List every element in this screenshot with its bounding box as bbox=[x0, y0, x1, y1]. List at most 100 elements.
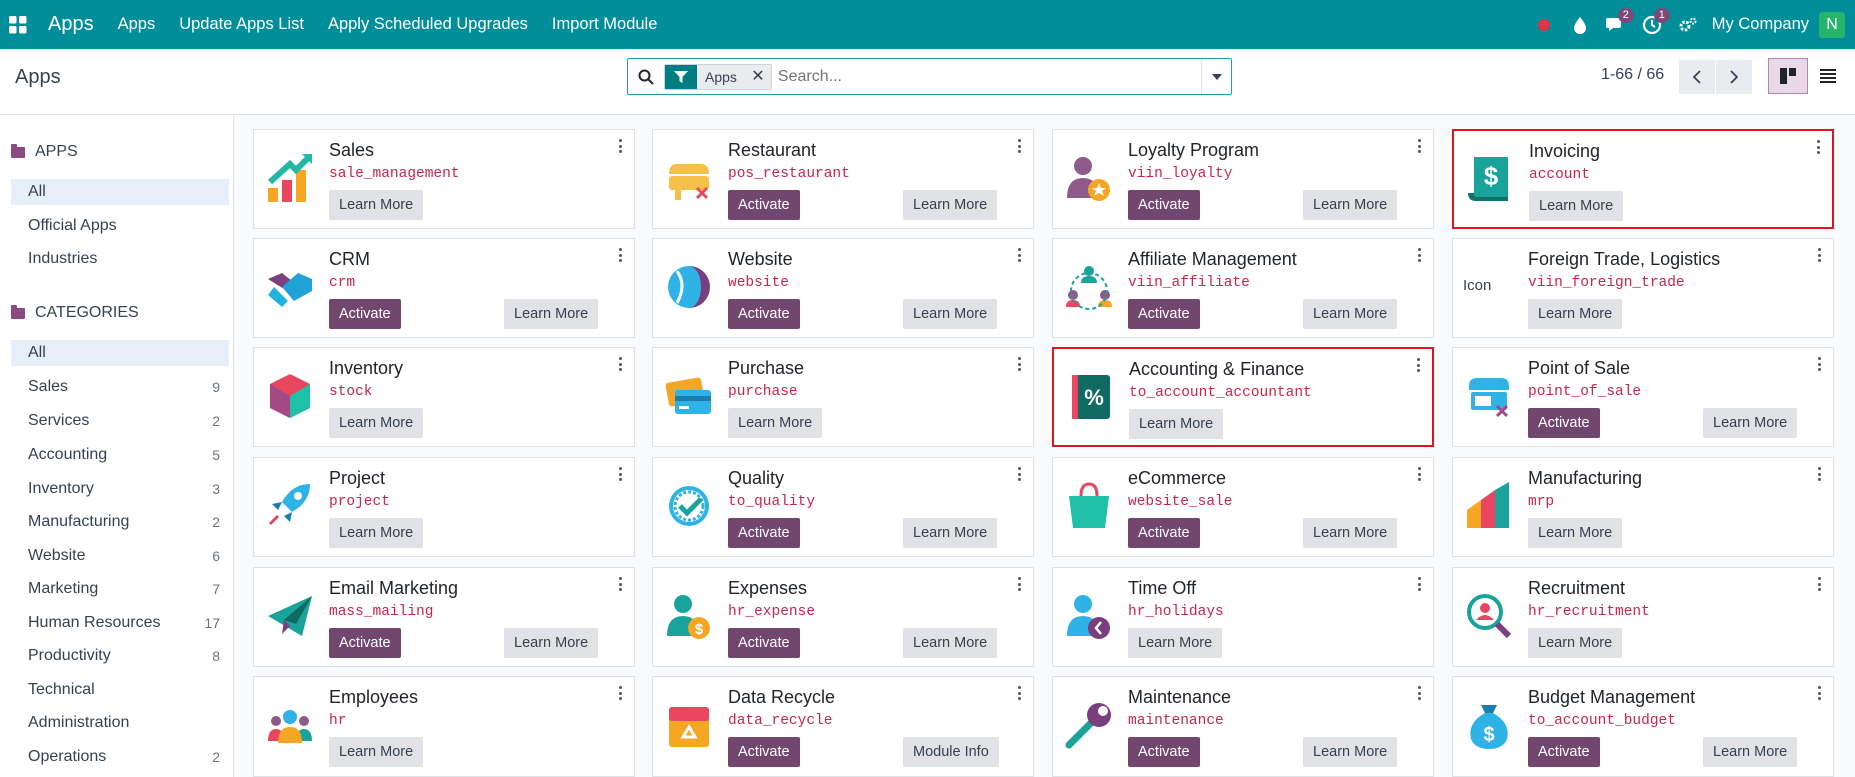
sidebar-item-official-apps[interactable]: Official Apps bbox=[11, 213, 229, 239]
sidebar-category-accounting[interactable]: Accounting 5 bbox=[11, 442, 229, 468]
learn-more-button[interactable]: Learn More bbox=[903, 299, 998, 329]
company-switcher[interactable]: My Company bbox=[1712, 15, 1809, 34]
learn-more-button[interactable]: Learn More bbox=[1303, 518, 1398, 548]
card-options-icon[interactable] bbox=[1018, 357, 1022, 371]
learn-more-button[interactable]: Learn More bbox=[1303, 190, 1398, 220]
activate-button[interactable]: Activate bbox=[329, 299, 401, 329]
learn-more-button[interactable]: Learn More bbox=[903, 628, 998, 658]
learn-more-button[interactable]: Learn More bbox=[1703, 737, 1798, 767]
card-options-icon[interactable] bbox=[619, 577, 623, 591]
activate-button[interactable]: Activate bbox=[1528, 408, 1600, 438]
card-options-icon[interactable] bbox=[1018, 139, 1022, 153]
app-card[interactable]: Employees hr Learn More bbox=[253, 676, 635, 777]
app-card[interactable]: eCommerce website_sale Activate Learn More bbox=[1052, 457, 1434, 557]
app-card[interactable]: $ Budget Management to_account_budget Activ… bbox=[1452, 676, 1834, 777]
sidebar-category-inventory[interactable]: Inventory 3 bbox=[11, 476, 229, 502]
activate-button[interactable]: Activate bbox=[1528, 737, 1600, 767]
app-card[interactable]: $ Expenses hr_expense Activate Learn More bbox=[652, 567, 1034, 667]
theme-drop-icon[interactable] bbox=[1562, 0, 1598, 49]
activate-button[interactable]: Activate bbox=[728, 628, 800, 658]
sidebar-category-productivity[interactable]: Productivity 8 bbox=[11, 643, 229, 669]
learn-more-button[interactable]: Learn More bbox=[1703, 408, 1798, 438]
activate-button[interactable]: Activate bbox=[1128, 299, 1200, 329]
app-card[interactable]: Project project Learn More bbox=[253, 457, 635, 557]
app-menu-grid-icon[interactable] bbox=[0, 0, 36, 49]
card-options-icon[interactable] bbox=[1818, 248, 1822, 262]
learn-more-button[interactable]: Learn More bbox=[1528, 628, 1623, 658]
sidebar-category-sales[interactable]: Sales 9 bbox=[11, 374, 229, 400]
module-info-button[interactable]: Module Info bbox=[903, 737, 999, 767]
remove-facet-icon[interactable]: ✕ bbox=[744, 64, 771, 89]
menu-apps[interactable]: Apps bbox=[118, 15, 156, 34]
card-options-icon[interactable] bbox=[619, 139, 623, 153]
card-options-icon[interactable] bbox=[1018, 577, 1022, 591]
app-card[interactable]: Restaurant pos_restaurant Activate Learn Mo… bbox=[652, 129, 1034, 229]
app-card[interactable]: Quality to_quality Activate Learn More bbox=[652, 457, 1034, 557]
card-options-icon[interactable] bbox=[1418, 139, 1422, 153]
app-card[interactable]: Data Recycle data_recycle Activate Module I… bbox=[652, 676, 1034, 777]
app-card[interactable]: Email Marketing mass_mailing Activate Learn… bbox=[253, 567, 635, 667]
card-options-icon[interactable] bbox=[1818, 577, 1822, 591]
company-settings-icon[interactable] bbox=[1670, 0, 1706, 49]
learn-more-button[interactable]: Learn More bbox=[329, 190, 424, 220]
search-icon[interactable] bbox=[628, 69, 664, 85]
learn-more-button[interactable]: Learn More bbox=[1529, 191, 1624, 221]
learn-more-button[interactable]: Learn More bbox=[1129, 409, 1224, 439]
activate-button[interactable]: Activate bbox=[1128, 737, 1200, 767]
activate-button[interactable]: Activate bbox=[329, 628, 401, 658]
menu-update-apps-list[interactable]: Update Apps List bbox=[179, 15, 304, 34]
list-view-icon[interactable] bbox=[1808, 58, 1848, 94]
activate-button[interactable]: Activate bbox=[728, 518, 800, 548]
app-card[interactable]: CRM crm Activate Learn More bbox=[253, 238, 635, 338]
app-card[interactable]: % Accounting & Finance to_account_accounta… bbox=[1052, 347, 1434, 447]
learn-more-button[interactable]: Learn More bbox=[504, 299, 599, 329]
learn-more-button[interactable]: Learn More bbox=[1303, 737, 1398, 767]
learn-more-button[interactable]: Learn More bbox=[329, 408, 424, 438]
sidebar-category-services[interactable]: Services 2 bbox=[11, 408, 229, 434]
card-options-icon[interactable] bbox=[619, 686, 623, 700]
learn-more-button[interactable]: Learn More bbox=[903, 190, 998, 220]
card-options-icon[interactable] bbox=[1818, 686, 1822, 700]
app-card[interactable]: Recruitment hr_recruitment Learn More bbox=[1452, 567, 1834, 667]
app-card[interactable]: Affiliate Management viin_affiliate Activa… bbox=[1052, 238, 1434, 338]
card-options-icon[interactable] bbox=[1018, 467, 1022, 481]
app-card[interactable]: Purchase purchase Learn More bbox=[652, 347, 1034, 447]
sidebar-category-all[interactable]: All bbox=[11, 340, 229, 366]
card-options-icon[interactable] bbox=[1818, 467, 1822, 481]
pager-value[interactable]: 1-66 / 66 bbox=[1601, 66, 1664, 84]
app-card[interactable]: Point of Sale point_of_sale Activate Learn … bbox=[1452, 347, 1834, 447]
learn-more-button[interactable]: Learn More bbox=[1128, 628, 1223, 658]
app-card[interactable]: Loyalty Program viin_loyalty Activate Learn… bbox=[1052, 129, 1434, 229]
learn-more-button[interactable]: Learn More bbox=[329, 737, 424, 767]
activate-button[interactable]: Activate bbox=[1128, 518, 1200, 548]
card-options-icon[interactable] bbox=[1818, 357, 1822, 371]
activate-button[interactable]: Activate bbox=[728, 190, 800, 220]
activate-button[interactable]: Activate bbox=[1128, 190, 1200, 220]
learn-more-button[interactable]: Learn More bbox=[1303, 299, 1398, 329]
app-card[interactable]: $ Invoicing account Learn More bbox=[1452, 129, 1834, 229]
menu-import-module[interactable]: Import Module bbox=[552, 15, 657, 34]
learn-more-button[interactable]: Learn More bbox=[1528, 518, 1623, 548]
sidebar-item-all-apps[interactable]: All bbox=[11, 179, 229, 205]
sidebar-item-industries[interactable]: Industries bbox=[11, 246, 229, 272]
app-card[interactable]: Website website Activate Learn More bbox=[652, 238, 1034, 338]
card-options-icon[interactable] bbox=[619, 248, 623, 262]
sidebar-category-website[interactable]: Website 6 bbox=[11, 543, 229, 569]
sidebar-category-administration[interactable]: Administration bbox=[11, 710, 229, 736]
learn-more-button[interactable]: Learn More bbox=[504, 628, 599, 658]
card-options-icon[interactable] bbox=[1817, 140, 1821, 154]
card-options-icon[interactable] bbox=[1018, 686, 1022, 700]
pager-previous-icon[interactable] bbox=[1679, 60, 1715, 94]
card-options-icon[interactable] bbox=[1418, 467, 1422, 481]
recording-indicator-icon[interactable] bbox=[1526, 0, 1562, 49]
messages-icon[interactable]: 2 bbox=[1598, 0, 1634, 49]
sidebar-category-manufacturing[interactable]: Manufacturing 2 bbox=[11, 509, 229, 535]
pager-next-icon[interactable] bbox=[1716, 60, 1752, 94]
menu-apply-scheduled-upgrades[interactable]: Apply Scheduled Upgrades bbox=[328, 15, 528, 34]
user-avatar[interactable]: N bbox=[1819, 11, 1845, 38]
learn-more-button[interactable]: Learn More bbox=[1528, 299, 1623, 329]
kanban-view-icon[interactable] bbox=[1768, 58, 1808, 94]
search-input[interactable] bbox=[777, 61, 1201, 92]
sidebar-category-marketing[interactable]: Marketing 7 bbox=[11, 576, 229, 602]
activate-button[interactable]: Activate bbox=[728, 737, 800, 767]
